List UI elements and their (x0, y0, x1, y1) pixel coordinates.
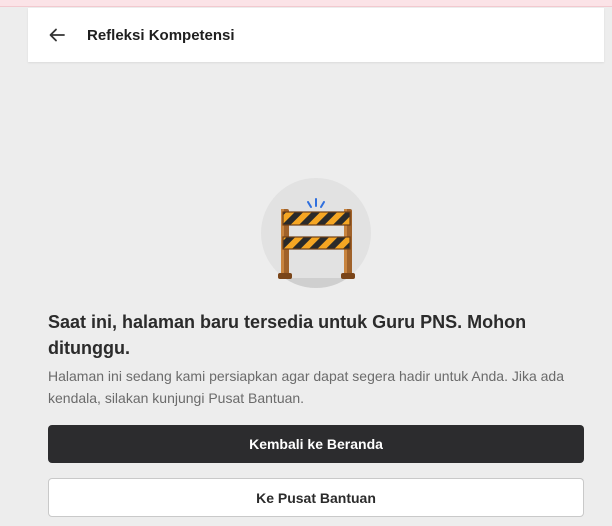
empty-state-title: Saat ini, halaman baru tersedia untuk Gu… (48, 312, 527, 358)
back-to-home-button[interactable]: Kembali ke Beranda (48, 425, 584, 463)
back-button[interactable] (44, 22, 70, 48)
browser-top-strip (0, 0, 612, 7)
empty-state-description: Halaman ini sedang kami persiapkan agar … (48, 368, 564, 406)
page-header: Refleksi Kompetensi (28, 8, 604, 62)
help-center-button[interactable]: Ke Pusat Bantuan (48, 478, 584, 517)
arrow-left-icon (49, 28, 65, 42)
page-title: Refleksi Kompetensi (87, 26, 235, 44)
construction-barrier-icon (261, 178, 371, 288)
